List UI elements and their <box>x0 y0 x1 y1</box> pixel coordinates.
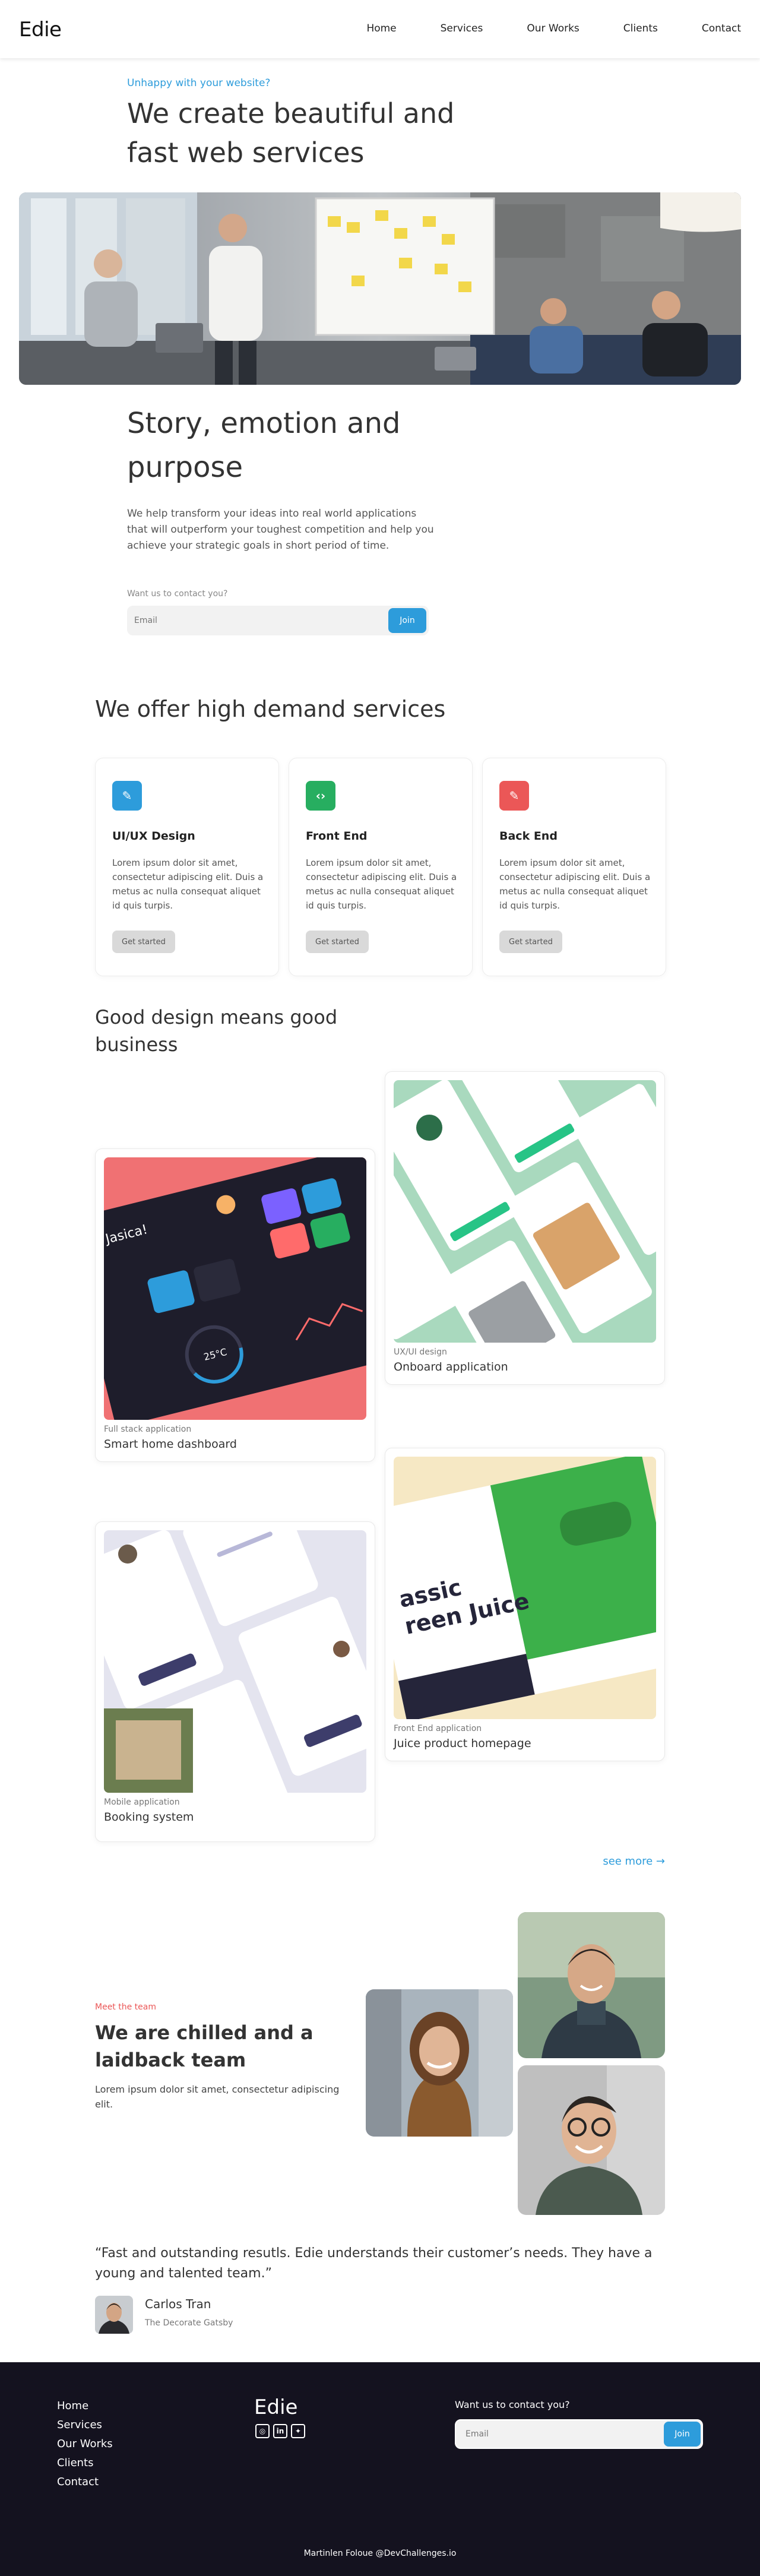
footer-nav-our-works[interactable]: Our Works <box>57 2435 113 2454</box>
avatar <box>95 2296 133 2334</box>
footer-logo[interactable]: Edie <box>254 2395 297 2419</box>
portfolio-title: Good design means good business <box>95 1006 338 1056</box>
nav-contact[interactable]: Contact <box>702 23 741 34</box>
work-category: Full stack application <box>104 1425 192 1434</box>
testimonial-quote: “Fast and outstanding resutls. Edie unde… <box>95 2246 653 2281</box>
join-button[interactable]: Join <box>388 608 426 633</box>
nav-services[interactable]: Services <box>441 23 483 34</box>
social-links: ◎ in ✦ <box>255 2424 305 2438</box>
service-card-frontend: ‹› Front End Lorem ipsum dolor sit amet,… <box>289 758 473 976</box>
contact-label: Want us to contact you? <box>127 589 228 599</box>
code-icon: ‹› <box>306 781 335 811</box>
service-name: UI/UX Design <box>112 830 195 843</box>
footer-nav: Home Services Our Works Clients Contact <box>57 2397 113 2492</box>
work-category: Front End application <box>394 1724 482 1733</box>
service-name: Front End <box>306 830 368 843</box>
work-name: Juice product homepage <box>394 1737 531 1750</box>
nav-clients[interactable]: Clients <box>623 23 658 34</box>
site-footer: Home Services Our Works Clients Contact … <box>0 2362 760 2576</box>
footer-contact-label: Want us to contact you? <box>455 2399 570 2410</box>
work-card-smart-home[interactable]: Hi Jasica! 25°C Full stack application S… <box>95 1148 375 1462</box>
hero-title: We create beautiful and fast web service… <box>127 97 455 169</box>
footer-nav-services[interactable]: Services <box>57 2416 113 2435</box>
service-card-backend: ✎ Back End Lorem ipsum dolor sit amet, c… <box>482 758 666 976</box>
onboard-thumbnail <box>394 1080 656 1343</box>
service-desc: Lorem ipsum dolor sit amet, consectetur … <box>112 857 264 911</box>
credit-text: Martinlen Foloue @DevChallenges.io <box>303 2549 457 2558</box>
work-category: UX/UI design <box>394 1347 447 1357</box>
services-title: We offer high demand services <box>95 696 446 722</box>
hero-image <box>19 192 741 385</box>
team-photo-woman <box>366 1989 513 2137</box>
service-name: Back End <box>499 830 558 843</box>
logo[interactable]: Edie <box>19 18 62 42</box>
linkedin-icon[interactable]: in <box>273 2424 287 2438</box>
work-card-onboard[interactable]: UX/UI design Onboard application <box>385 1071 665 1385</box>
email-field[interactable] <box>127 606 429 635</box>
work-category: Mobile application <box>104 1797 180 1807</box>
team-kicker: Meet the team <box>95 2002 156 2012</box>
pencil-icon: ✎ <box>112 781 142 811</box>
work-card-juice[interactable]: assic reen Juice Front End application J… <box>385 1448 665 1761</box>
get-started-button[interactable]: Get started <box>499 931 562 953</box>
nav-our-works[interactable]: Our Works <box>527 23 579 34</box>
team-photo-man-smiling <box>518 1912 665 2058</box>
work-name: Booking system <box>104 1811 194 1824</box>
main-nav: Home Services Our Works Clients Contact <box>322 23 741 34</box>
testimonial-company: The Decorate Gatsby <box>145 2318 233 2328</box>
see-more-link[interactable]: see more → <box>603 1855 665 1868</box>
team-title: We are chilled and a laidback team <box>95 2021 314 2071</box>
service-desc: Lorem ipsum dolor sit amet, consectetur … <box>306 857 457 911</box>
juice-thumbnail: assic reen Juice <box>394 1457 656 1719</box>
footer-nav-home[interactable]: Home <box>57 2397 113 2416</box>
pencil-icon: ✎ <box>499 781 529 811</box>
booking-thumbnail <box>104 1530 366 1793</box>
instagram-icon[interactable]: ◎ <box>255 2424 270 2438</box>
footer-join-button[interactable]: Join <box>664 2422 701 2447</box>
team-photo-man-glasses <box>518 2065 665 2215</box>
work-card-booking[interactable]: Mobile application Booking system <box>95 1521 375 1842</box>
footer-nav-clients[interactable]: Clients <box>57 2454 113 2473</box>
testimonial-name: Carlos Tran <box>145 2297 211 2311</box>
get-started-button[interactable]: Get started <box>306 931 369 953</box>
smart-home-thumbnail: Hi Jasica! 25°C <box>104 1157 366 1420</box>
work-name: Onboard application <box>394 1360 508 1374</box>
hero-kicker: Unhappy with your website? <box>127 77 271 89</box>
nav-home[interactable]: Home <box>366 23 396 34</box>
site-header: Edie Home Services Our Works Clients Con… <box>0 0 760 58</box>
footer-nav-contact[interactable]: Contact <box>57 2473 113 2492</box>
twitter-icon[interactable]: ✦ <box>291 2424 305 2438</box>
service-desc: Lorem ipsum dolor sit amet, consectetur … <box>499 857 651 911</box>
story-text: We help transform your ideas into real w… <box>127 508 434 552</box>
team-text: Lorem ipsum dolor sit amet, consectetur … <box>95 2084 340 2110</box>
service-card-uiux: ✎ UI/UX Design Lorem ipsum dolor sit ame… <box>95 758 279 976</box>
story-title: Story, emotion and purpose <box>127 407 401 484</box>
get-started-button[interactable]: Get started <box>112 931 175 953</box>
work-name: Smart home dashboard <box>104 1438 237 1451</box>
page: Edie Home Services Our Works Clients Con… <box>0 0 760 2576</box>
